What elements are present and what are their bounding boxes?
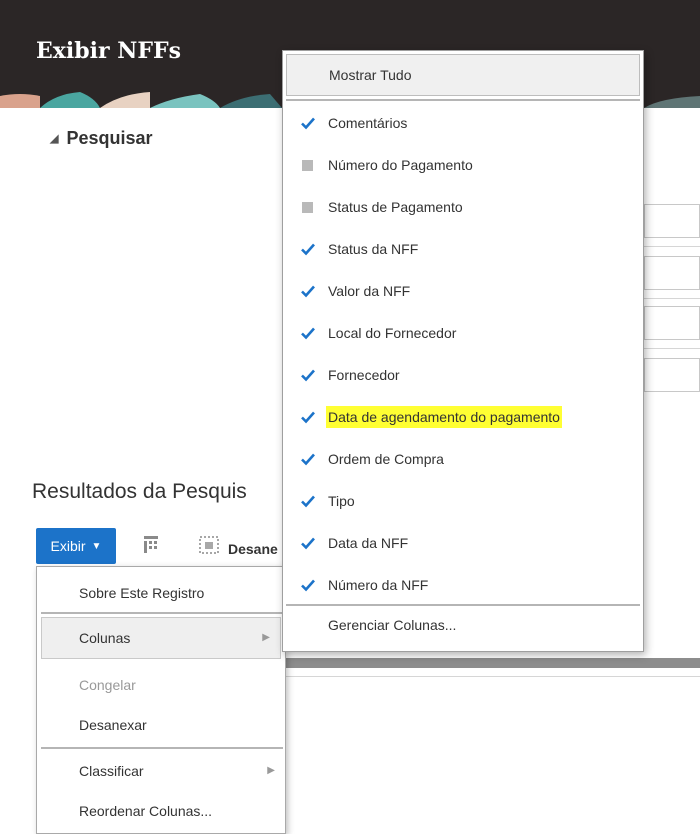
column-item-label: Comentários (328, 115, 408, 131)
menu-separator (41, 612, 283, 614)
column-item-fornecedor[interactable]: Fornecedor (283, 355, 643, 395)
column-item-data-nff[interactable]: Data da NFF (283, 523, 643, 563)
search-field-3[interactable] (644, 306, 700, 340)
menu-item-label: Desanexar (79, 717, 147, 733)
column-item-label: Número do Pagamento (328, 157, 473, 173)
column-item-label: Status da NFF (328, 241, 419, 257)
menu-item-label: Reordenar Colunas... (79, 803, 213, 819)
submenu-arrow-icon: ▶ (262, 632, 270, 643)
menu-item-label: Sobre Este Registro (79, 585, 205, 601)
menu-item-about-record[interactable]: Sobre Este Registro (37, 573, 285, 613)
column-item-numero-nff[interactable]: Número da NFF (283, 565, 643, 605)
column-item-label-highlighted: Data de agendamento do pagamento (326, 406, 562, 428)
checkmark-icon (301, 117, 315, 130)
detach-button-label[interactable]: Desane (228, 541, 278, 557)
column-item-label: Status de Pagamento (328, 199, 463, 215)
view-menu: Sobre Este Registro Colunas ▶ Congelar D… (36, 566, 286, 834)
checkmark-icon (301, 579, 315, 592)
unchecked-square-icon (302, 202, 313, 213)
divider (644, 246, 700, 247)
columns-submenu: Mostrar Tudo Comentários Número do Pagam… (282, 50, 644, 652)
manage-columns-item[interactable]: Gerenciar Colunas... (328, 617, 456, 633)
checkmark-icon (301, 537, 315, 550)
menu-separator (41, 747, 283, 749)
menu-separator (286, 99, 640, 101)
search-field-1[interactable] (644, 204, 700, 238)
checkmark-icon (301, 369, 315, 382)
checkmark-icon (301, 453, 315, 466)
menu-item-label: Colunas (79, 630, 131, 646)
column-item-label: Local do Fornecedor (328, 325, 457, 341)
column-item-label: Tipo (328, 493, 355, 509)
checkmark-icon (301, 327, 315, 340)
detach-icon[interactable] (198, 534, 222, 556)
menu-item-label: Congelar (79, 677, 136, 693)
checkmark-icon (301, 285, 315, 298)
unchecked-square-icon (302, 160, 313, 171)
search-section-toggle[interactable]: ◢ Pesquisar (50, 128, 153, 149)
caret-down-icon: ▼ (91, 540, 102, 552)
column-item-status-pagamento[interactable]: Status de Pagamento (283, 187, 643, 227)
menu-item-freeze[interactable]: Congelar (37, 665, 285, 705)
search-field-2[interactable] (644, 256, 700, 290)
column-item-label: Número da NFF (328, 577, 429, 593)
column-item-label: Data da NFF (328, 535, 409, 551)
column-item-numero-pagamento[interactable]: Número do Pagamento (283, 145, 643, 185)
column-item-valor-nff[interactable]: Valor da NFF (283, 271, 643, 311)
column-item-local-fornecedor[interactable]: Local do Fornecedor (283, 313, 643, 353)
checkmark-icon (301, 411, 315, 424)
menu-item-sort[interactable]: Classificar ▶ (37, 751, 285, 791)
column-item-label: Ordem de Compra (328, 451, 444, 467)
submenu-arrow-icon: ▶ (267, 765, 275, 776)
results-toolbar: Exibir ▼ (36, 528, 116, 564)
table-header-bar (284, 658, 700, 668)
menu-item-columns[interactable]: Colunas ▶ (41, 617, 281, 659)
search-field-4[interactable] (644, 358, 700, 392)
view-menu-button[interactable]: Exibir ▼ (36, 528, 116, 564)
column-item-tipo[interactable]: Tipo (283, 481, 643, 521)
menu-separator (286, 604, 640, 606)
checkmark-icon (301, 243, 315, 256)
page-title: Exibir NFFs (36, 38, 181, 64)
column-item-label: Valor da NFF (328, 283, 411, 299)
column-item-label: Fornecedor (328, 367, 400, 383)
divider (644, 298, 700, 299)
menu-item-label: Classificar (79, 763, 144, 779)
columns-icon[interactable] (140, 534, 162, 556)
checkmark-icon (301, 495, 315, 508)
column-item-status-nff[interactable]: Status da NFF (283, 229, 643, 269)
table-divider (286, 676, 700, 677)
column-item-data-agendamento[interactable]: Data de agendamento do pagamento (283, 397, 643, 437)
column-item-comentarios[interactable]: Comentários (283, 103, 643, 143)
column-item-ordem-compra[interactable]: Ordem de Compra (283, 439, 643, 479)
menu-item-detach[interactable]: Desanexar (37, 705, 285, 745)
menu-item-reorder-columns[interactable]: Reordenar Colunas... (37, 791, 285, 831)
view-menu-label: Exibir (50, 538, 86, 554)
collapse-triangle-icon: ◢ (50, 133, 59, 145)
search-section-label: Pesquisar (66, 128, 153, 148)
results-title: Resultados da Pesquis (32, 480, 247, 503)
divider (644, 348, 700, 349)
show-all-columns-item[interactable]: Mostrar Tudo (286, 54, 640, 96)
